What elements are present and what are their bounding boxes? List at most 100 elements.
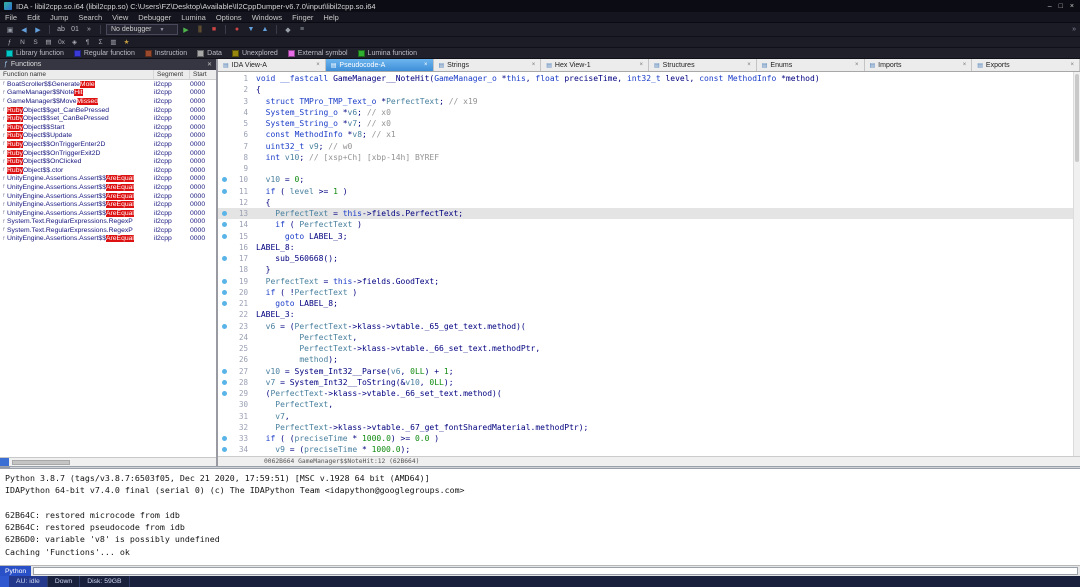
code-line[interactable]: 32 PerfectText->klass->vtable._67_get_fo… bbox=[218, 422, 1080, 433]
calculator-icon[interactable]: Σ bbox=[95, 38, 106, 47]
code-line[interactable]: 26 method); bbox=[218, 354, 1080, 365]
pause-icon[interactable]: || bbox=[194, 24, 206, 35]
code-line[interactable]: 17 sub_560668(); bbox=[218, 253, 1080, 264]
breakpoint-gutter[interactable] bbox=[218, 231, 230, 242]
breakpoint-gutter[interactable] bbox=[218, 433, 230, 444]
code-line[interactable]: 27 v10 = System_Int32__Parse(v6, 0LL) + … bbox=[218, 366, 1080, 377]
code-line[interactable]: 4 System_String_o *v6; // x0 bbox=[218, 107, 1080, 118]
menu-help[interactable]: Help bbox=[318, 12, 343, 22]
function-row[interactable]: f UnityEngine.Assertions.Assert$$AreEqual… bbox=[0, 235, 216, 244]
menu-view[interactable]: View bbox=[107, 12, 133, 22]
function-row[interactable]: f UnityEngine.Assertions.Assert$$AreEqual… bbox=[0, 209, 216, 218]
options-icon[interactable]: ≡ bbox=[296, 24, 308, 35]
forward-icon[interactable]: ▶ bbox=[32, 24, 44, 35]
executable-line-dot[interactable] bbox=[221, 379, 227, 385]
functions-panel-titlebar[interactable]: ƒ Functions ✕ bbox=[0, 59, 216, 70]
code-line[interactable]: 23 v6 = (PerfectText->klass->vtable._65_… bbox=[218, 321, 1080, 332]
code-line[interactable]: 18 } bbox=[218, 264, 1080, 275]
function-row[interactable]: f BoatScroller$$GenerateMole il2cpp 0000 bbox=[0, 80, 216, 89]
code-line[interactable]: 16 LABEL_8: bbox=[218, 242, 1080, 253]
jump-address-icon[interactable]: » bbox=[83, 24, 95, 35]
code-line[interactable]: 14 if ( PerfectText ) bbox=[218, 219, 1080, 230]
close-icon[interactable]: × bbox=[424, 62, 428, 68]
tab-ida-view-a[interactable]: ▤ IDA View-A × bbox=[218, 59, 326, 71]
save-icon[interactable]: ▣ bbox=[4, 24, 16, 35]
colors-icon[interactable]: ▥ bbox=[108, 38, 119, 47]
functions-window-icon[interactable]: ƒ bbox=[4, 38, 15, 47]
tab-exports[interactable]: ▤ Exports × bbox=[972, 59, 1080, 71]
tab-hex-view-1[interactable]: ▤ Hex View-1 × bbox=[541, 59, 649, 71]
graph-view-icon[interactable]: ◈ bbox=[69, 38, 80, 47]
executable-line-dot[interactable] bbox=[221, 301, 227, 306]
executable-line-dot[interactable] bbox=[221, 233, 227, 239]
breakpoint-gutter[interactable] bbox=[218, 219, 230, 230]
code-line[interactable]: 7 uint32_t v9; // w0 bbox=[218, 141, 1080, 152]
column-start[interactable]: Start bbox=[190, 70, 216, 79]
function-row[interactable]: f System.Text.RegularExpressions.RegexP il… bbox=[0, 218, 216, 227]
tab-imports[interactable]: ▤ Imports × bbox=[864, 59, 973, 71]
menu-windows[interactable]: Windows bbox=[247, 12, 287, 22]
code-line[interactable]: 31 v7, bbox=[218, 411, 1080, 422]
breakpoint-gutter[interactable] bbox=[218, 377, 230, 388]
functions-hscrollbar[interactable] bbox=[0, 457, 216, 466]
code-line[interactable]: 8 int v10; // [xsp+Ch] [xbp-14h] BYREF bbox=[218, 152, 1080, 163]
executable-line-dot[interactable] bbox=[221, 447, 227, 453]
code-line[interactable]: 6 const MethodInfo *v8; // x1 bbox=[218, 129, 1080, 140]
menu-edit[interactable]: Edit bbox=[22, 12, 45, 22]
text-view-icon[interactable]: ¶ bbox=[82, 38, 93, 47]
output-dock-grip[interactable] bbox=[0, 467, 10, 468]
close-icon[interactable]: × bbox=[747, 62, 751, 68]
column-segment[interactable]: Segment bbox=[154, 70, 190, 79]
code-line[interactable]: 28 v7 = System_Int32__ToString(&v10, 0LL… bbox=[218, 377, 1080, 388]
tab-pseudocode-a[interactable]: ▤ Pseudocode-A × bbox=[325, 59, 434, 71]
step-into-icon[interactable]: ▼ bbox=[245, 24, 257, 35]
function-row[interactable]: f RubyObject$$OnTriggerEnter2D il2cpp 0000 bbox=[0, 140, 216, 149]
pseudocode-view[interactable]: 1 void __fastcall GameManager__NoteHit(Ga… bbox=[218, 72, 1080, 456]
function-row[interactable]: f GameManager$$NoteHit il2cpp 0000 bbox=[0, 89, 216, 98]
stop-icon[interactable]: ■ bbox=[208, 24, 220, 35]
close-icon[interactable]: × bbox=[532, 62, 536, 68]
close-icon[interactable]: × bbox=[1070, 62, 1074, 68]
functions-hscroll-thumb[interactable] bbox=[12, 459, 70, 465]
function-row[interactable]: f RubyObject$$.ctor il2cpp 0000 bbox=[0, 166, 216, 175]
executable-line-dot[interactable] bbox=[221, 391, 227, 396]
code-line[interactable]: 30 PerfectText, bbox=[218, 399, 1080, 410]
search-binary-icon[interactable]: 01 bbox=[69, 24, 81, 35]
names-window-icon[interactable]: N bbox=[17, 38, 28, 47]
breakpoint-gutter[interactable] bbox=[218, 366, 230, 377]
code-line[interactable]: 24 PerfectText, bbox=[218, 332, 1080, 343]
tab-enums[interactable]: ▤ Enums × bbox=[756, 59, 865, 71]
function-row[interactable]: f RubyObject$$set_CanBePressed il2cpp 0000 bbox=[0, 114, 216, 123]
pseudocode-vscrollbar[interactable] bbox=[1073, 72, 1080, 456]
minimize-button[interactable]: – bbox=[1048, 3, 1052, 10]
code-line[interactable]: 21 goto LABEL_8; bbox=[218, 298, 1080, 309]
function-row[interactable]: f GameManager$$MoveMissed il2cpp 0000 bbox=[0, 97, 216, 106]
executable-line-dot[interactable] bbox=[221, 188, 227, 194]
executable-line-dot[interactable] bbox=[221, 256, 227, 261]
tab-strings[interactable]: ▤ Strings × bbox=[433, 59, 542, 71]
functions-close-icon[interactable]: ✕ bbox=[207, 61, 212, 68]
close-icon[interactable]: × bbox=[639, 62, 643, 68]
executable-line-dot[interactable] bbox=[221, 278, 227, 284]
code-line[interactable]: 19 PerfectText = this->fields.GoodText; bbox=[218, 276, 1080, 287]
snapshot-icon[interactable]: ◆ bbox=[282, 24, 294, 35]
breakpoint-gutter[interactable] bbox=[218, 208, 230, 219]
code-line[interactable]: 9 bbox=[218, 163, 1080, 174]
output-panel[interactable]: Python 3.8.7 (tags/v3.8.7:6503f05, Dec 2… bbox=[0, 469, 1080, 565]
breakpoint-gutter[interactable] bbox=[218, 287, 230, 298]
interpreter-selector[interactable]: Python bbox=[0, 566, 32, 576]
executable-line-dot[interactable] bbox=[221, 289, 227, 295]
menu-jump[interactable]: Jump bbox=[45, 12, 73, 22]
pseudocode-vscroll-thumb[interactable] bbox=[1075, 74, 1079, 162]
column-function-name[interactable]: Function name bbox=[0, 70, 154, 79]
function-row[interactable]: f RubyObject$$OnTriggerExit2D il2cpp 0000 bbox=[0, 149, 216, 158]
menu-finger[interactable]: Finger bbox=[287, 12, 318, 22]
segments-icon[interactable]: ▤ bbox=[43, 38, 54, 47]
function-row[interactable]: f UnityEngine.Assertions.Assert$$AreEqual… bbox=[0, 175, 216, 184]
close-icon[interactable]: × bbox=[316, 62, 320, 68]
breakpoint-icon[interactable]: ● bbox=[231, 24, 243, 35]
breakpoint-gutter[interactable] bbox=[218, 174, 230, 185]
lumina-icon[interactable]: ★ bbox=[121, 38, 132, 47]
strings-window-icon[interactable]: S bbox=[30, 38, 41, 47]
function-row[interactable]: f System.Text.RegularExpressions.RegexP il… bbox=[0, 226, 216, 235]
